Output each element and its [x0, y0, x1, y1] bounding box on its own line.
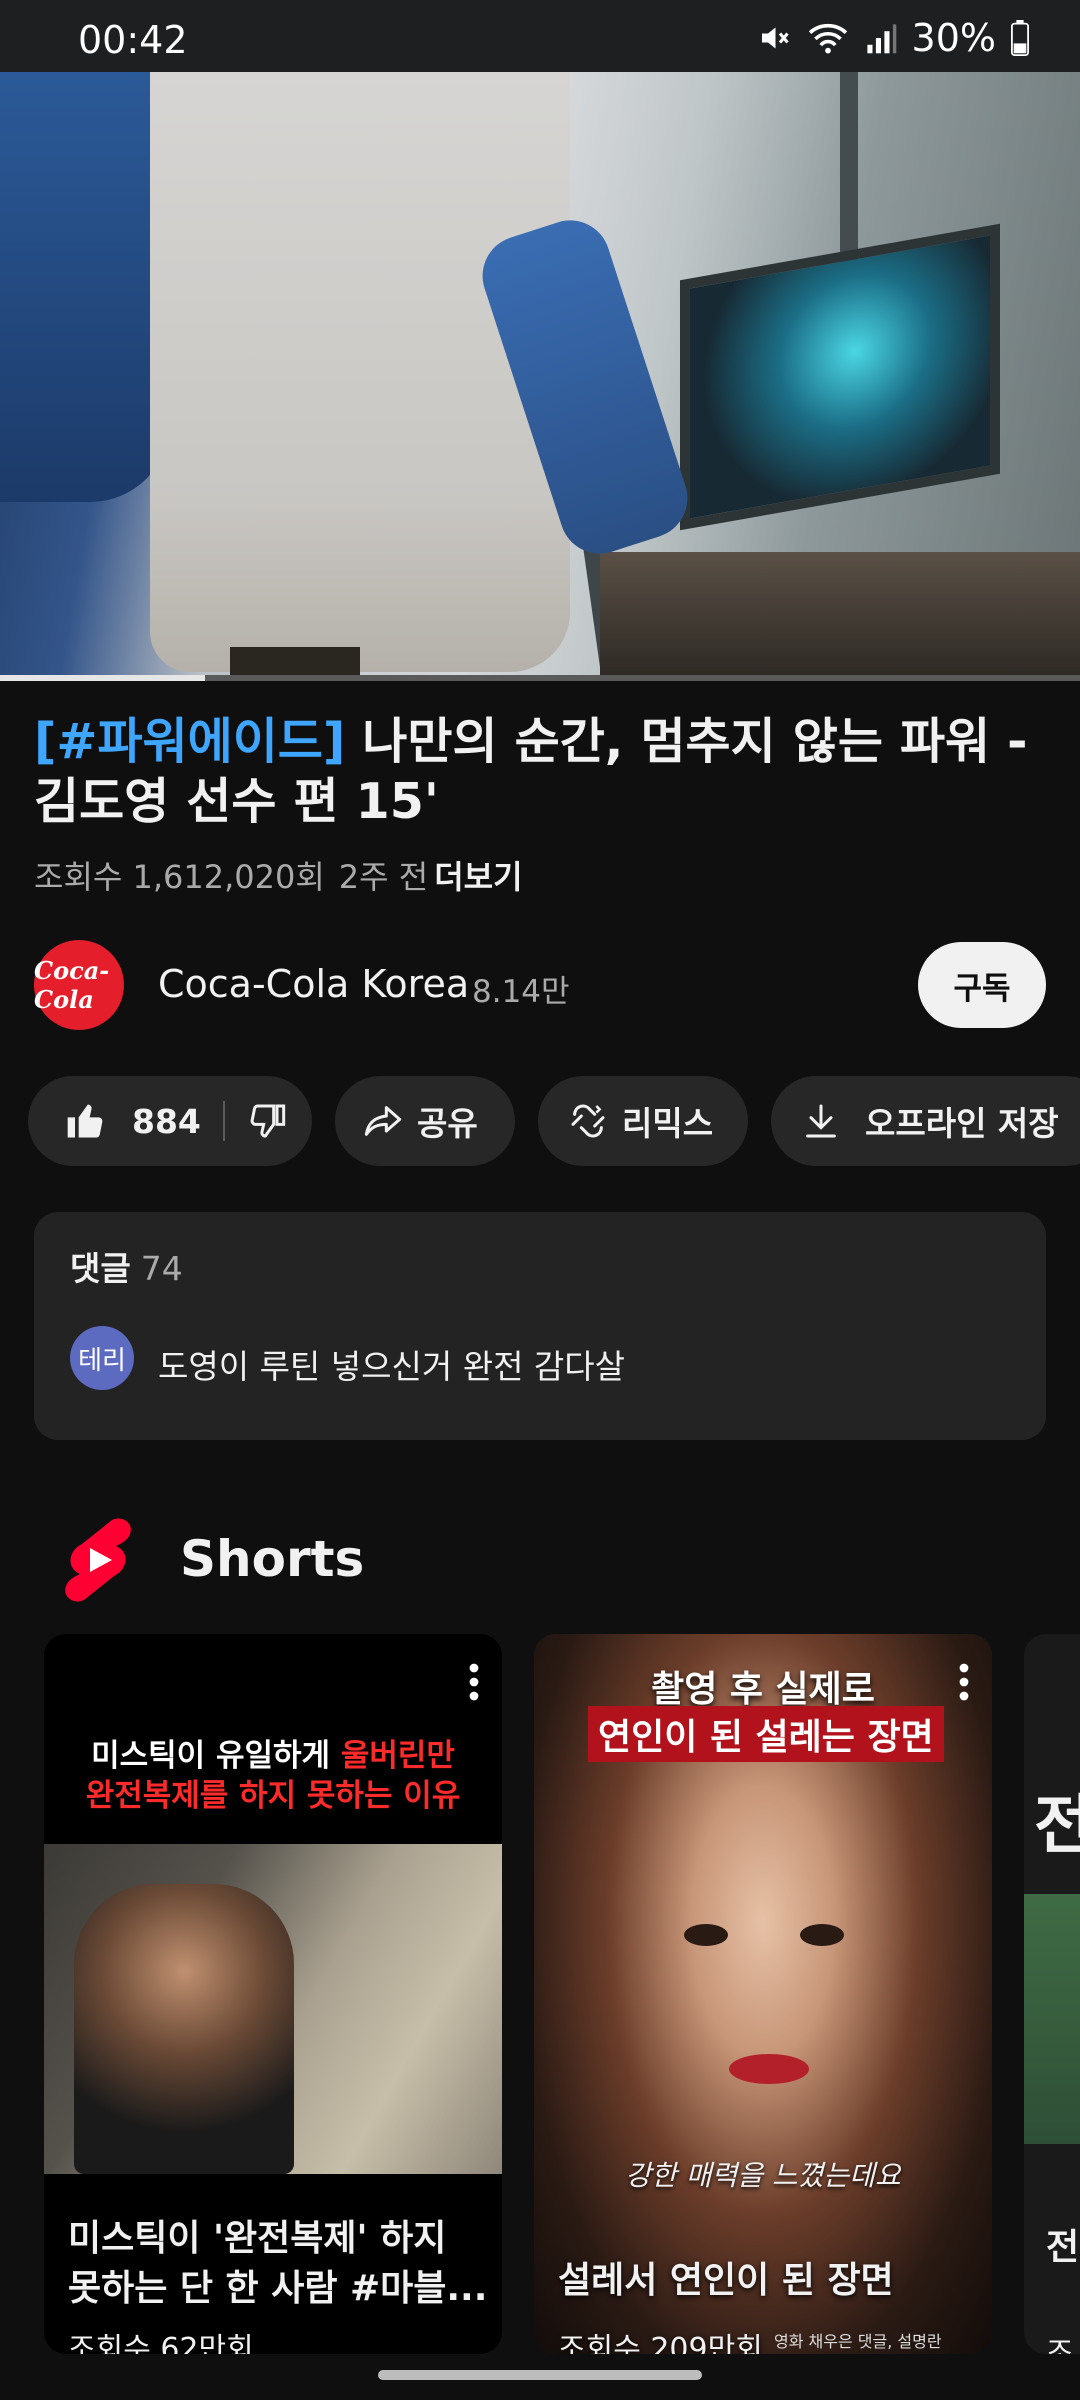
divider: [222, 1101, 225, 1141]
short-headline: 촬영 후 실제로: [651, 1669, 875, 1710]
short-caption: 미스틱이 '완전복제' 하지 못하는 단 한 사람 #마블...: [68, 2218, 488, 2309]
like-dislike-pill: 884: [28, 1076, 312, 1166]
video-player[interactable]: [0, 72, 1080, 677]
channel-name[interactable]: Coca-Cola Korea: [158, 962, 469, 1006]
short-caption: 전: [1046, 2227, 1080, 2268]
short-caption: 설레서 연인이 된 장면: [558, 2260, 894, 2301]
remix-label: 리믹스: [622, 1104, 714, 1143]
like-icon[interactable]: [64, 1099, 108, 1143]
video-title[interactable]: [#파워에이드] 나만의 순간, 멈추지 않는 파워 - 김도영 선수 편 15…: [34, 712, 1034, 832]
top-comment: 도영이 루틴 넣으신거 완전 감다살: [158, 1347, 625, 1386]
comments-header: 댓글 74: [70, 1242, 183, 1290]
short-headline: 전: [1034, 1789, 1080, 1863]
channel-avatar[interactable]: Coca-Cola: [34, 940, 124, 1030]
like-count[interactable]: 884: [132, 1102, 201, 1141]
status-icons: 30%: [756, 16, 1030, 60]
short-headline: 미스틱이 유일하게 울버린만 완전복제를 하지 못하는 이유: [44, 1736, 502, 1816]
mute-icon: [761, 27, 789, 49]
comments-count: 74: [140, 1249, 183, 1288]
channel-row: Coca-Cola Coca-Cola Korea 8.14만 구독: [34, 940, 1046, 1032]
short-card[interactable]: 전 전 조: [1024, 1634, 1080, 2354]
share-button[interactable]: 공유: [335, 1076, 515, 1166]
short-thumbnail-detail: [729, 2054, 809, 2084]
short-views: 조회수 62만회: [68, 2332, 254, 2354]
video-frame-detail: [230, 647, 360, 677]
wifi-icon: [808, 23, 847, 54]
status-time: 00:42: [78, 18, 188, 62]
channel-logo-text: Coca-Cola: [34, 956, 110, 1014]
video-age: 2주 전: [338, 858, 429, 896]
status-bar: 00:42 30%: [0, 0, 1080, 72]
channel-subscribers: 8.14만: [472, 974, 570, 1010]
subscribe-button[interactable]: 구독: [918, 942, 1046, 1028]
short-thumbnail-figure: [74, 1884, 294, 2174]
battery-icon: [1011, 20, 1029, 56]
short-thumbnail: [44, 1844, 502, 2174]
short-card[interactable]: 촬영 후 실제로 연인이 된 설레는 장면 강한 매력을 느꼈는데요 설레서 연…: [534, 1634, 992, 2354]
more-button[interactable]: 더보기: [434, 858, 522, 896]
short-headline-red-2: 완전복제를 하지 못하는 이유: [85, 1778, 461, 1814]
comments-label: 댓글: [70, 1249, 131, 1288]
remix-button[interactable]: 리믹스: [538, 1076, 748, 1166]
gesture-handle[interactable]: [378, 2370, 702, 2380]
short-headline-red: 울버린만: [340, 1738, 455, 1774]
video-frame-detail: [150, 72, 570, 672]
more-vert-icon[interactable]: [958, 1662, 970, 1702]
avatar: 테리: [70, 1326, 134, 1390]
video-frame-detail: [0, 72, 170, 502]
video-views: 조회수 1,612,020회: [34, 858, 325, 896]
download-label: 오프라인 저장: [865, 1104, 1059, 1143]
share-icon: [364, 1106, 402, 1136]
short-headline-white: 미스틱이 유일하게: [91, 1738, 341, 1774]
video-frame-detail: [600, 552, 1080, 677]
short-tag: 영화 채우은 댓글, 설명란: [774, 2332, 942, 2351]
short-card[interactable]: 미스틱이 유일하게 울버린만 완전복제를 하지 못하는 이유 미스틱이 '완전복…: [44, 1634, 502, 2354]
share-label: 공유: [417, 1104, 478, 1143]
battery-percent: 30%: [911, 16, 996, 60]
short-views: 조: [1046, 2336, 1074, 2354]
dislike-icon[interactable]: [247, 1101, 287, 1141]
video-title-hashtag[interactable]: [#파워에이드]: [34, 713, 345, 770]
short-headline-highlight: 연인이 된 설레는 장면: [588, 1706, 944, 1762]
avatar-text: 테리: [78, 1345, 126, 1376]
signal-icon: [866, 24, 896, 54]
gesture-bar: [0, 2354, 1080, 2400]
video-frame-detail: [680, 223, 1000, 531]
comments-panel[interactable]: 댓글 74 테리 도영이 루틴 넣으신거 완전 감다살: [34, 1212, 1046, 1440]
more-vert-icon[interactable]: [468, 1662, 480, 1702]
video-meta[interactable]: 조회수 1,612,020회 2주 전 더보기: [34, 852, 523, 898]
video-progress-fill: [0, 675, 206, 681]
shorts-logo-icon: [65, 1518, 131, 1602]
shorts-title: Shorts: [180, 1530, 365, 1588]
action-bar: 884 공유 리믹스 오프라인 저장: [28, 1076, 1080, 1166]
download-button[interactable]: 오프라인 저장: [771, 1076, 1080, 1166]
short-subtitle: 강한 매력을 느꼈는데요: [625, 2159, 901, 2192]
short-thumbnail: [1024, 1894, 1080, 2144]
download-icon: [806, 1104, 836, 1138]
short-views: 조회수 209만회: [558, 2332, 763, 2354]
remix-icon: [571, 1104, 605, 1138]
short-thumbnail-detail: [684, 1924, 844, 1954]
video-frame-detail: [840, 72, 858, 272]
